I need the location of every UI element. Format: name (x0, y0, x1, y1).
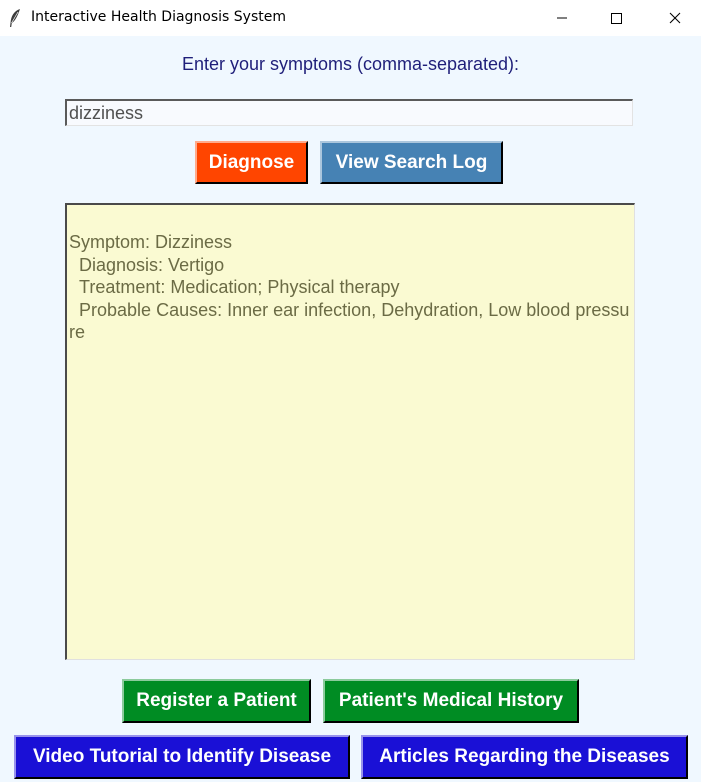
articles-button[interactable]: Articles Regarding the Diseases (361, 735, 688, 779)
minimize-button[interactable] (539, 0, 585, 36)
result-symptom-line: Symptom: Dizziness (69, 232, 233, 252)
result-causes-line: Probable Causes: Inner ear infection, De… (69, 299, 630, 343)
close-icon (669, 12, 681, 24)
result-treatment-line: Treatment: Medication; Physical therapy (69, 277, 400, 297)
close-button[interactable] (652, 0, 698, 36)
view-search-log-button[interactable]: View Search Log (320, 141, 503, 184)
maximize-icon (610, 12, 622, 24)
symptom-input[interactable] (65, 99, 633, 126)
result-diagnosis-line: Diagnosis: Vertigo (69, 254, 225, 275)
feather-icon (8, 8, 22, 28)
medical-history-button[interactable]: Patient's Medical History (323, 679, 579, 723)
symptom-prompt-label: Enter your symptoms (comma-separated): (181, 54, 520, 74)
register-patient-button[interactable]: Register a Patient (122, 679, 311, 723)
window-title: Interactive Health Diagnosis System (31, 9, 286, 25)
diagnosis-result-text-area[interactable]: Symptom: Dizziness Diagnosis: Vertigo Tr… (65, 203, 635, 660)
video-tutorial-button[interactable]: Video Tutorial to Identify Disease (14, 735, 350, 779)
title-bar: Interactive Health Diagnosis System (0, 0, 701, 36)
minimize-icon (556, 12, 568, 24)
maximize-button[interactable] (593, 0, 639, 36)
diagnose-button[interactable]: Diagnose (195, 141, 308, 184)
